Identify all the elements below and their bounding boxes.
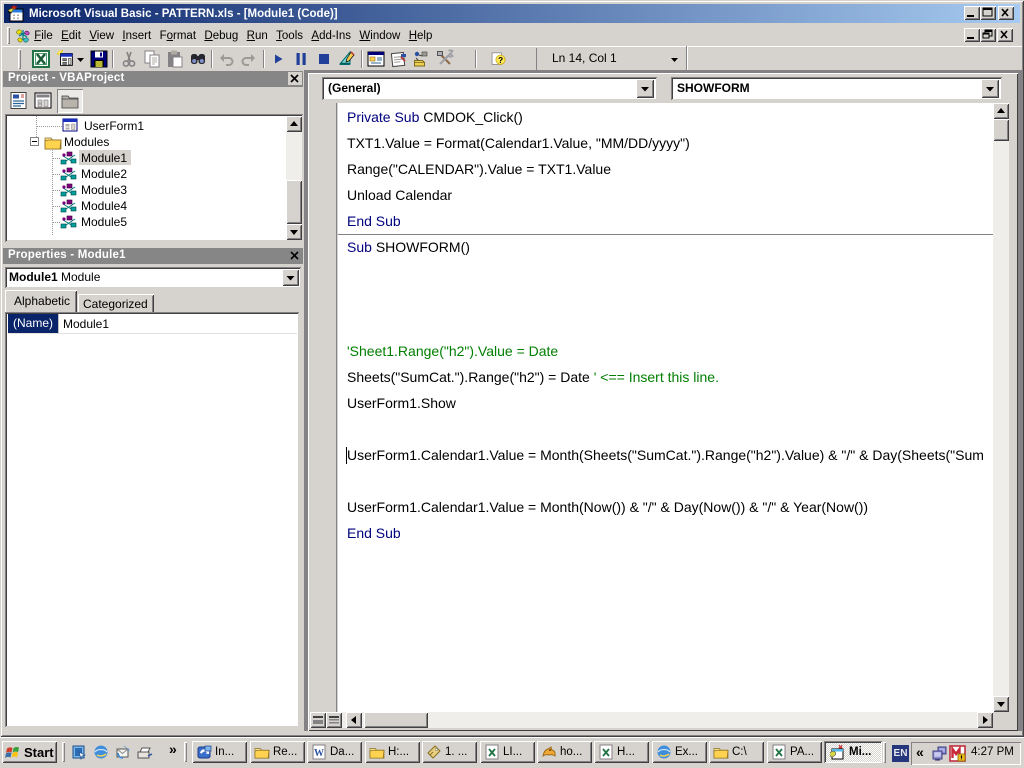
svg-text:W: W <box>314 748 324 759</box>
svg-text:?: ? <box>498 55 503 65</box>
